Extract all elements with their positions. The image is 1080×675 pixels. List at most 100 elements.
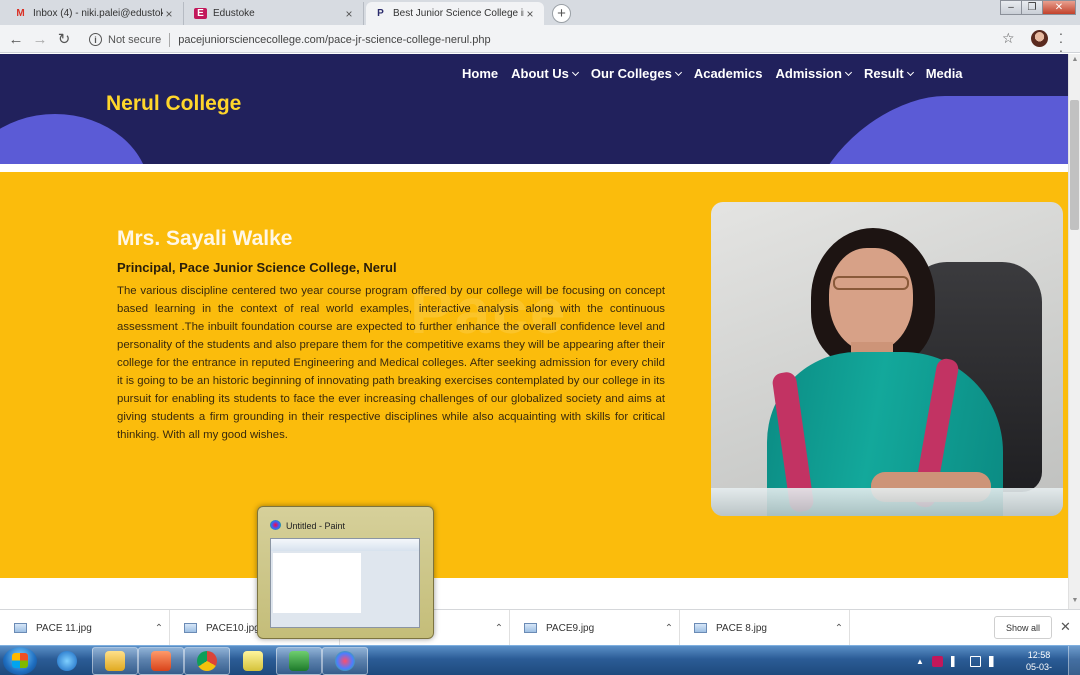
forward-arrow-icon[interactable]: → [30,29,50,49]
tab-close-icon[interactable]: × [343,7,355,21]
taskbar-sticky-notes[interactable] [230,647,276,675]
tab-close-icon[interactable]: × [163,7,175,21]
scroll-thumb[interactable] [1070,100,1079,230]
address-bar: ← → ↻ i Not secure pacejuniorsciencecoll… [0,25,1080,57]
download-item[interactable]: PACE 8.jpg ⌃ [680,610,850,646]
tab-close-icon[interactable]: × [524,7,536,21]
url-text[interactable]: pacejuniorsciencecollege.com/pace-jr-sci… [178,34,490,46]
windows-logo-icon [12,653,28,668]
chevron-up-icon[interactable]: ⌃ [149,623,169,634]
tab-gmail-inbox[interactable]: M Inbox (4) - niki.palei@edustoke.com × [6,2,184,25]
action-center-flag-icon[interactable] [950,655,962,667]
nav-admission[interactable]: Admission [775,66,850,81]
tab-title: Edustoke [213,8,255,19]
photo-desk [711,488,1063,516]
show-all-button[interactable]: Show all [994,616,1052,639]
sticky-notes-icon [243,651,263,671]
preview-ribbon [271,539,419,551]
preview-canvas [273,553,361,613]
taskbar-excel[interactable] [276,647,322,675]
profile-avatar[interactable] [1031,30,1048,47]
taskbar-chrome[interactable] [184,647,230,675]
show-desktop-button[interactable] [1068,646,1080,675]
taskbar-paint[interactable] [322,647,368,675]
close-window-button[interactable]: ✕ [1042,0,1076,15]
site-header: Home About Us Our Colleges Academics Adm… [0,54,1068,164]
back-arrow-icon[interactable]: ← [6,29,26,49]
principal-name: Mrs. Sayali Walke [117,227,293,250]
divider [169,32,171,47]
pace-icon: P [377,8,384,19]
taskbar-explorer[interactable] [92,647,138,675]
maximize-button[interactable]: ❐ [1021,0,1043,15]
menu-dots-icon[interactable]: · · · [1058,26,1064,57]
info-icon[interactable]: i [89,33,102,46]
taskbar-ie[interactable] [44,647,90,675]
omnibox[interactable]: i Not secure pacejuniorsciencecollege.co… [80,29,990,50]
chrome-icon [197,651,217,671]
nav-about-us[interactable]: About Us [511,66,578,81]
screen: M Inbox (4) - niki.palei@edustoke.com × … [0,0,1080,675]
nav-result[interactable]: Result [864,66,913,81]
download-shelf: PACE 11.jpg ⌃ PACE10.jpg ⌃ ⌃ PACE9.jpg ⌃… [0,609,1080,646]
excel-icon [289,651,309,671]
security-status: Not secure [108,33,162,46]
nav-media[interactable]: Media [926,66,963,81]
download-item[interactable]: PACE9.jpg ⌃ [510,610,680,646]
reload-icon[interactable]: ↻ [54,29,74,49]
nav-academics[interactable]: Academics [694,66,763,81]
close-icon[interactable]: ✕ [1060,619,1071,635]
taskbar-media-player[interactable] [138,647,184,675]
tray-expand-icon[interactable]: ▲ [916,657,924,666]
tab-edustoke[interactable]: E Edustoke × [186,2,364,25]
gmail-icon: M [16,8,25,19]
main-nav: Home About Us Our Colleges Academics Adm… [462,66,963,81]
chevron-up-icon[interactable]: ⌃ [489,623,509,634]
browser-tab-strip: M Inbox (4) - niki.palei@edustoke.com × … [0,0,1080,25]
media-player-icon [151,651,171,671]
new-tab-button[interactable]: + [552,4,571,23]
start-button[interactable] [3,647,37,675]
windows-taskbar: ▲ 12:58 05-03-2020 [0,645,1080,675]
image-file-icon [14,623,27,633]
vertical-scrollbar[interactable]: ▲ ▼ [1068,54,1080,609]
paint-icon [270,520,281,530]
tab-title: Inbox (4) - niki.palei@edustoke.com [33,8,163,19]
preview-title: Untitled - Paint [286,521,346,531]
edustoke-icon: E [194,8,207,19]
photo-glasses [833,276,909,290]
clock[interactable]: 12:58 05-03-2020 [1016,649,1062,675]
principal-photo [711,202,1063,516]
scroll-up-icon[interactable]: ▲ [1070,56,1080,63]
taskbar-preview-paint[interactable]: Untitled - Paint [257,506,434,639]
tab-pace-nerul[interactable]: P Best Junior Science College in Nerul × [366,2,544,25]
download-filename: PACE9.jpg [546,622,595,634]
download-item[interactable]: PACE 11.jpg ⌃ [0,610,170,646]
chevron-up-icon[interactable]: ⌃ [659,623,679,634]
photo-face [829,248,913,352]
preview-thumbnail[interactable] [270,538,420,628]
folder-icon [105,651,125,671]
clock-time: 12:58 [1027,650,1051,660]
chevron-up-icon[interactable]: ⌃ [829,623,849,634]
tab-title: Best Junior Science College in Nerul [393,8,524,19]
nav-our-colleges[interactable]: Our Colleges [591,66,681,81]
tray-app-icon[interactable] [931,655,943,667]
download-filename: PACE 11.jpg [36,622,92,634]
divider [0,164,1068,172]
minimize-button[interactable]: – [1000,0,1022,15]
bookmark-star-icon[interactable]: ☆ [1002,30,1015,47]
principal-title: Principal, Pace Junior Science College, … [117,260,397,275]
volume-icon[interactable] [988,655,1000,667]
network-icon[interactable] [969,655,981,667]
nav-home[interactable]: Home [462,66,498,81]
scroll-down-icon[interactable]: ▼ [1070,597,1080,604]
image-file-icon [694,623,707,633]
paint-icon [335,651,355,671]
image-file-icon [524,623,537,633]
principal-section: Pace Mrs. Sayali Walke Principal, Pace J… [0,172,1068,578]
page-title: Nerul College [106,92,242,115]
download-filename: PACE 8.jpg [716,622,767,634]
image-file-icon [184,623,197,633]
clock-date: 05-03-2020 [1025,662,1052,675]
